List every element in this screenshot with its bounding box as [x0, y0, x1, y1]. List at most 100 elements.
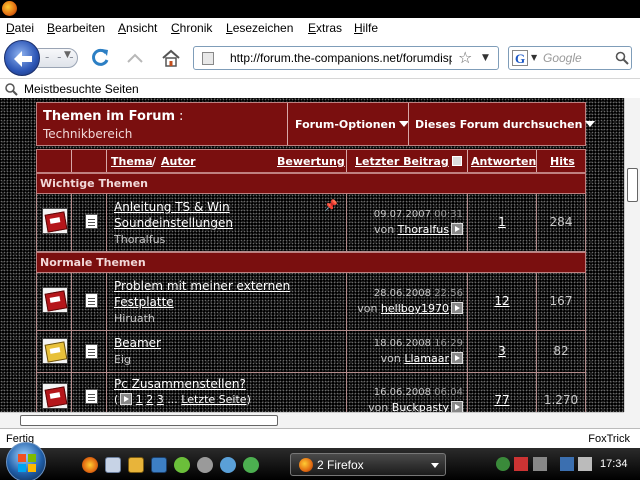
taskbar-firefox-button[interactable]: 2 Firefox — [290, 453, 446, 476]
forum-search-menu[interactable]: Dieses Forum durchsuchen — [415, 118, 596, 131]
sort-theme-link[interactable]: Thema — [111, 155, 153, 168]
quicklaunch-globe-icon[interactable] — [220, 457, 236, 473]
thread-type-icon — [85, 293, 98, 308]
replies-count-link[interactable]: 3 — [469, 344, 535, 358]
sort-direction-icon[interactable] — [451, 156, 462, 166]
last-post-date: 09.07.2007 00:31 — [347, 209, 463, 220]
last-page-link[interactable]: Letzte Seite — [181, 393, 246, 406]
quicklaunch-desktop-icon[interactable] — [151, 457, 167, 473]
horizontal-scroll-thumb[interactable] — [20, 415, 278, 426]
sort-hits-link[interactable]: Hits — [550, 155, 575, 168]
column-divider — [106, 331, 107, 372]
hits-count: 1.270 — [543, 393, 579, 407]
back-button[interactable] — [4, 40, 40, 76]
thread-title-link[interactable]: Anleitung TS & Win — [114, 200, 230, 214]
taskbar-clock[interactable]: 17:34 — [600, 458, 628, 470]
google-engine-icon[interactable]: G — [512, 50, 528, 66]
search-placeholder[interactable]: Google — [543, 51, 582, 65]
tray-volume-icon[interactable] — [578, 457, 592, 471]
sort-last-post-link[interactable]: Letzter Beitrag — [355, 155, 462, 168]
history-dropdown-icon[interactable]: ▼ — [64, 50, 71, 60]
last-post-date: 16.06.2008 06:04 — [347, 387, 463, 398]
quicklaunch-folder-icon[interactable] — [128, 457, 144, 473]
quicklaunch-explorer-icon[interactable] — [105, 457, 121, 473]
thread-status-icon — [42, 383, 68, 409]
menu-lesezeichen[interactable]: Lesezeichen — [226, 21, 293, 35]
goto-last-post-icon[interactable] — [451, 352, 463, 364]
menu-bearbeiten[interactable]: Bearbeiten — [47, 21, 105, 35]
replies-count-link[interactable]: 12 — [469, 294, 535, 308]
header-divider — [408, 103, 409, 145]
stop-icon[interactable] — [126, 52, 144, 64]
firefox-icon — [299, 458, 313, 472]
menu-hilfe[interactable]: Hilfe — [354, 21, 378, 35]
thread-type-icon — [85, 214, 98, 229]
url-text[interactable]: http://forum.the-companions.net/forumdis… — [230, 51, 452, 65]
thread-status-icon — [42, 208, 68, 234]
goto-last-post-icon[interactable] — [451, 223, 463, 235]
quicklaunch-firefox-icon[interactable] — [82, 457, 98, 473]
last-post-day: 28.06.2008 — [373, 288, 431, 299]
start-button[interactable] — [6, 442, 46, 480]
last-post-user-link[interactable]: Thoralfus — [398, 223, 449, 236]
engine-dropdown-icon[interactable]: ▼ — [531, 53, 537, 62]
quicklaunch-headphones-icon[interactable] — [197, 457, 213, 473]
tray-monitor-icon[interactable] — [560, 457, 574, 471]
column-divider — [467, 150, 468, 172]
chevron-down-icon — [431, 463, 439, 468]
page-link[interactable]: 1 — [136, 393, 143, 406]
menu-extras[interactable]: Extras — [308, 21, 342, 35]
search-box[interactable]: G ▼ Google — [508, 46, 632, 70]
thread-author: Hiruath — [114, 312, 155, 325]
sort-replies-link[interactable]: Antworten — [471, 155, 536, 168]
goto-last-post-icon[interactable] — [451, 302, 463, 314]
firefox-logo-icon[interactable] — [2, 1, 17, 16]
thread-title-link[interactable]: Beamer — [114, 336, 161, 350]
quicklaunch-utorrent-icon[interactable] — [243, 457, 259, 473]
reload-icon[interactable] — [89, 47, 111, 69]
page-link[interactable]: 2 — [146, 393, 153, 406]
menu-bar: Datei Bearbeiten Ansicht Chronik Lesezei… — [0, 18, 640, 38]
vertical-scroll-thumb[interactable] — [627, 168, 638, 202]
bookmark-star-icon[interactable]: ☆ — [458, 48, 472, 67]
thread-title-link[interactable]: Soundeinstellungen — [114, 216, 233, 230]
menu-chronik[interactable]: Chronik — [171, 21, 212, 35]
last-post-user-link[interactable]: hellboy1970 — [381, 302, 449, 315]
page-link[interactable]: 3 — [157, 393, 164, 406]
addon-status[interactable]: FoxTrick — [588, 433, 630, 445]
hits-count: 82 — [553, 344, 569, 358]
screen: Datei Bearbeiten Ansicht Chronik Lesezei… — [0, 0, 640, 480]
forum-options-menu[interactable]: Forum-Optionen — [295, 118, 409, 131]
forum-title-colon: : — [179, 109, 184, 124]
home-icon[interactable] — [161, 48, 181, 68]
thread-author: Thoralfus — [114, 233, 166, 246]
tray-app-icon[interactable] — [533, 457, 547, 471]
last-post-by: von Buckpasty — [347, 401, 463, 412]
thread-title-link[interactable]: Pc Zusammenstellen? — [114, 377, 246, 391]
column-divider — [467, 331, 468, 372]
search-icon[interactable] — [615, 51, 629, 65]
vertical-scrollbar[interactable] — [624, 98, 640, 412]
sort-author-link[interactable]: Autor — [161, 155, 196, 168]
last-post-user-link[interactable]: Llamaar — [404, 352, 449, 365]
taskbar: 2 Firefox 17:34 — [0, 442, 640, 480]
horizontal-scrollbar[interactable] — [0, 412, 624, 428]
replies-count-link[interactable]: 77 — [469, 393, 535, 407]
bookmark-most-visited[interactable]: Meistbesuchte Seiten — [24, 82, 139, 96]
scrollbar-corner — [624, 412, 640, 428]
url-dropdown-icon[interactable]: ▼ — [482, 53, 489, 63]
quicklaunch-app-icon[interactable] — [174, 457, 190, 473]
tray-network-icon[interactable] — [496, 457, 510, 471]
replies-count-link[interactable]: 1 — [469, 215, 535, 229]
last-post-user-link[interactable]: Buckpasty — [392, 401, 449, 412]
thread-title-link[interactable]: Problem mit meiner externen — [114, 279, 290, 293]
thread-title-link[interactable]: Festplatte — [114, 295, 174, 309]
site-identity-icon[interactable] — [202, 52, 214, 65]
url-bar[interactable]: http://forum.the-companions.net/forumdis… — [193, 46, 499, 70]
menu-datei[interactable]: Datei — [6, 21, 34, 35]
goto-last-post-icon[interactable] — [451, 401, 463, 412]
last-post-date: 18.06.2008 16:29 — [347, 338, 463, 349]
sort-rating-link[interactable]: Bewertung — [277, 155, 345, 168]
tray-security-icon[interactable] — [514, 457, 528, 471]
menu-ansicht[interactable]: Ansicht — [118, 21, 157, 35]
